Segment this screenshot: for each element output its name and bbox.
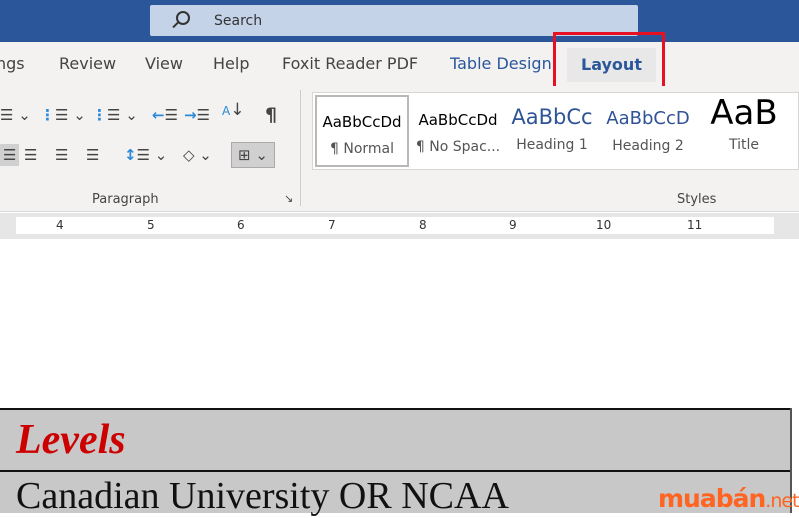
style-preview: AaBbCcD	[606, 108, 690, 129]
style-title[interactable]: AaB Title	[697, 93, 791, 167]
ruler-number: 10	[596, 218, 612, 232]
align-left-icon[interactable]: ☰	[0, 144, 20, 166]
borders-icon[interactable]: ⊞ ⌄	[231, 142, 275, 168]
tab-review[interactable]: Review	[59, 54, 116, 73]
tab-view[interactable]: View	[145, 54, 183, 73]
watermark-main: muabán	[658, 484, 766, 513]
search-icon	[176, 11, 190, 25]
ruler-number: 11	[687, 218, 703, 232]
line-spacing-icon[interactable]: ↕☰ ⌄	[124, 146, 167, 164]
styles-group-label: Styles	[677, 192, 717, 207]
style-name: Heading 2	[612, 138, 684, 154]
ruler-number: 6	[237, 218, 245, 232]
ruler-number: 8	[419, 218, 427, 232]
center-icon[interactable]: ☰	[24, 146, 37, 164]
watermark-logo: muabán.net	[658, 484, 799, 513]
numbering-icon[interactable]: ⋮☰ ⌄	[40, 106, 86, 124]
bullets-icon[interactable]: ☰ ⌄	[0, 106, 31, 124]
style-name: Heading 1	[516, 137, 588, 153]
styles-gallery: AaBbCcDd ¶ Normal AaBbCcDd ¶ No Spac... Aa…	[312, 92, 799, 170]
paragraph-group-label: Paragraph	[92, 192, 159, 207]
table-cell-text: Canadian University OR NCAA	[16, 475, 509, 517]
tab-help[interactable]: Help	[213, 54, 249, 73]
ruler-track: 4 5 6 7 8 9 10 11	[16, 217, 774, 234]
tab-mailings[interactable]: ngs	[0, 54, 25, 73]
title-bar: Search	[0, 0, 799, 42]
pilcrow-icon[interactable]: ¶	[265, 104, 277, 126]
table-cell-text: Levels	[16, 417, 126, 463]
style-preview: AaB	[710, 93, 778, 133]
style-name: ¶ Normal	[329, 141, 394, 157]
style-preview: AaBbCc	[511, 105, 593, 129]
style-normal[interactable]: AaBbCcDd ¶ Normal	[315, 95, 409, 167]
ruler-number: 7	[328, 218, 336, 232]
ribbon: ☰ ⌄ ⋮☰ ⌄ ⋮☰ ⌄ ←☰ →☰ A↓ ¶ ☰ ☰ ☰ ☰ ↕☰ ⌄ ◇ …	[0, 86, 799, 212]
style-preview: AaBbCcDd	[418, 111, 498, 129]
table-row[interactable]: Levels	[0, 408, 790, 470]
tab-table-design[interactable]: Table Design	[450, 54, 552, 73]
multilevel-list-icon[interactable]: ⋮☰ ⌄	[92, 106, 138, 124]
style-name: Title	[728, 137, 759, 153]
ruler-number: 4	[56, 218, 64, 232]
style-name: ¶ No Spac...	[415, 139, 501, 155]
watermark-suffix: .net	[765, 490, 799, 512]
justify-icon[interactable]: ☰	[86, 146, 99, 164]
decrease-indent-icon[interactable]: ←☰	[152, 106, 178, 124]
ribbon-tabs: ngs Review View Help Foxit Reader PDF Ta…	[0, 42, 799, 86]
horizontal-ruler[interactable]: 4 5 6 7 8 9 10 11	[0, 213, 799, 239]
style-heading-1[interactable]: AaBbCc Heading 1	[505, 95, 599, 167]
tab-foxit[interactable]: Foxit Reader PDF	[282, 54, 418, 73]
ruler-number: 9	[509, 218, 517, 232]
group-divider	[300, 90, 301, 206]
style-no-spacing[interactable]: AaBbCcDd ¶ No Spac...	[411, 95, 505, 167]
style-heading-2[interactable]: AaBbCcD Heading 2	[601, 95, 695, 167]
style-preview: AaBbCcDd	[322, 113, 402, 131]
dialog-launcher-icon[interactable]: ↘	[284, 192, 293, 205]
increase-indent-icon[interactable]: →☰	[184, 106, 210, 124]
ruler-number: 5	[147, 218, 155, 232]
shading-icon[interactable]: ◇ ⌄	[183, 146, 212, 164]
search-placeholder: Search	[214, 13, 263, 29]
align-right-icon[interactable]: ☰	[55, 146, 68, 164]
sort-icon[interactable]: A↓	[222, 100, 244, 120]
